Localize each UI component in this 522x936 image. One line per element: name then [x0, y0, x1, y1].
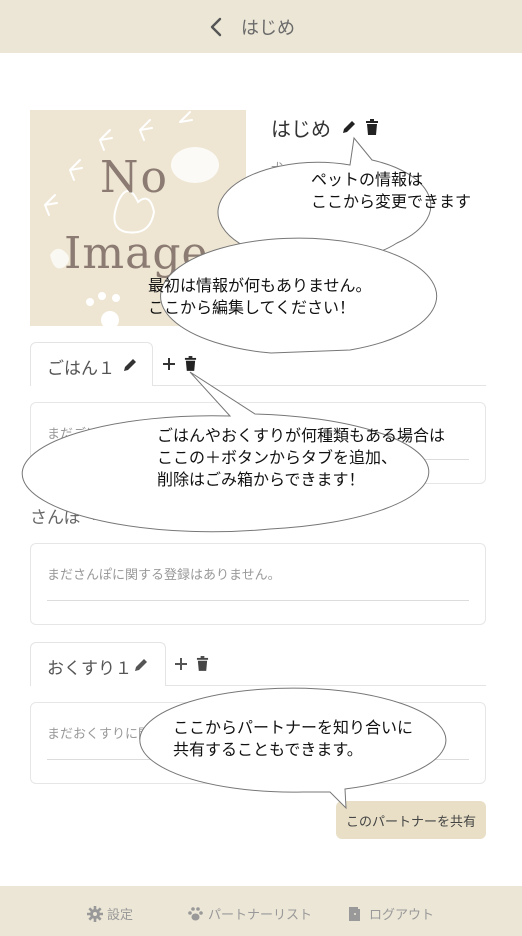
app-header: はじめ [0, 0, 522, 53]
tab-label: おくすり１ [47, 659, 132, 679]
footer-nav: 設定 パートナーリスト ログアウト [0, 886, 522, 936]
callout-text: ごはんやおくすりが何種類もある場合は ここの＋ボタンからタブを追加、 削除はごみ… [157, 426, 446, 489]
tab-medicine-1[interactable]: おくすり１ [30, 642, 166, 686]
callout-text: ここからパートナーを知り合いに 共有することもできます。 [173, 718, 414, 759]
door-exit-icon [349, 906, 360, 921]
share-partner-button[interactable]: このパートナーを共有 [336, 801, 486, 839]
callout-text: 最初は情報が何もありません。 ここから編集してください！ [148, 276, 372, 317]
empty-message: まださんぽに関する登録はありません。 [47, 568, 281, 583]
no-image-text: Image [64, 228, 209, 279]
walk-card: まださんぽに関する登録はありません。 [30, 543, 486, 625]
pet-name: はじめ [271, 117, 331, 141]
nav-settings[interactable]: 設定 [87, 904, 133, 923]
tab-divider [153, 385, 486, 386]
paw-icon [188, 906, 203, 920]
pencil-icon[interactable] [122, 357, 138, 373]
tab-divider [166, 685, 486, 686]
nav-partner-list[interactable]: パートナーリスト [187, 904, 312, 923]
plus-icon[interactable] [174, 657, 188, 671]
tab-food-1[interactable]: ごはん１ [30, 342, 153, 386]
trash-icon[interactable] [365, 119, 379, 135]
divider [47, 600, 469, 601]
pencil-icon[interactable] [91, 506, 107, 522]
nav-label: 設定 [107, 908, 134, 923]
trash-icon[interactable] [184, 356, 197, 371]
gear-icon [87, 905, 103, 922]
pencil-icon[interactable] [133, 657, 149, 673]
nav-logout[interactable]: ログアウト [347, 904, 434, 923]
nav-label: ログアウト [369, 908, 435, 923]
pet-type: 犬 [271, 162, 285, 177]
nav-label: パートナーリスト [208, 908, 313, 923]
trash-icon[interactable] [196, 656, 209, 671]
page-title: はじめ [241, 18, 295, 39]
no-image-text: No [100, 152, 169, 203]
pencil-icon[interactable] [341, 119, 357, 135]
plus-icon[interactable] [162, 357, 176, 371]
callout-text: ペットの情報は ここから変更できます [311, 170, 472, 211]
tab-label: ごはん１ [47, 359, 115, 379]
section-title-walk: さんぽ [30, 508, 81, 528]
chevron-left-icon[interactable] [207, 16, 227, 38]
